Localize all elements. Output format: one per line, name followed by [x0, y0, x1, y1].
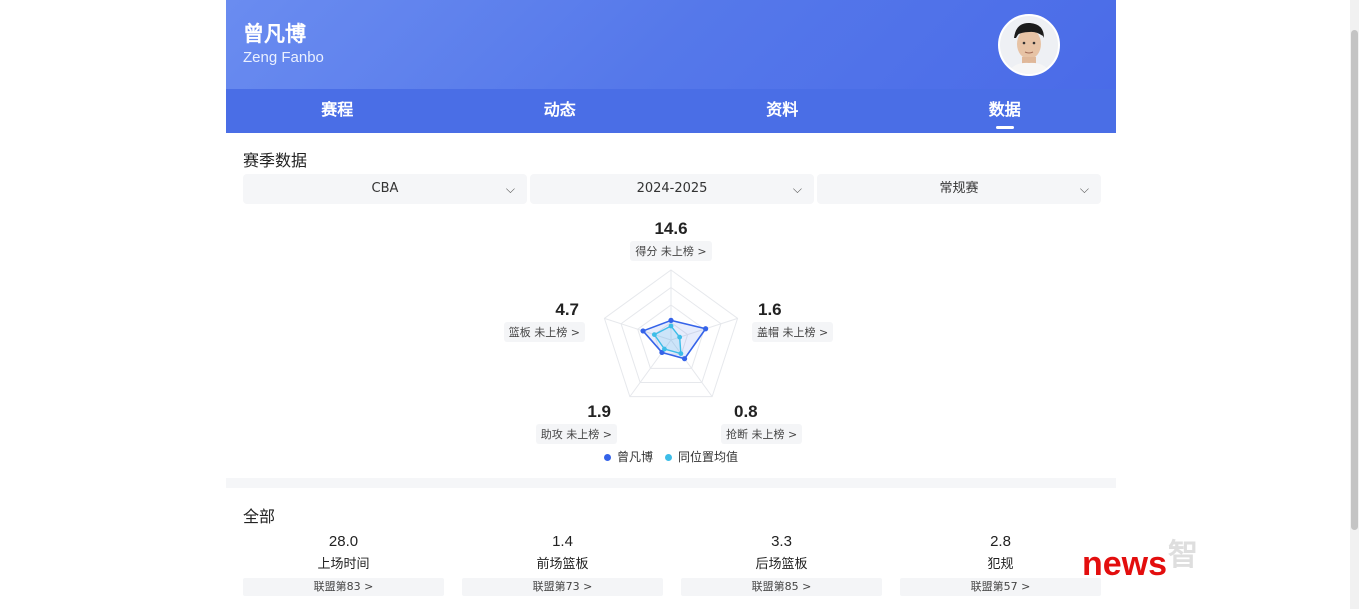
stat-blocks: 1.6 盖帽 未上榜 > — [752, 300, 852, 342]
tab-stats[interactable]: 数据 — [894, 89, 1117, 133]
radar-player-point — [681, 356, 688, 362]
stat-steals-rank[interactable]: 抢断 未上榜 > — [721, 424, 803, 444]
chevron-down-icon: ⌵ — [1079, 182, 1089, 196]
summary-value: 2.8 — [990, 533, 1011, 550]
legend-average-label: 同位置均值 — [678, 450, 739, 464]
stat-points-value: 14.6 — [654, 219, 688, 238]
stat-assists-rank[interactable]: 助攻 未上榜 > — [535, 424, 617, 444]
radar-average-point — [678, 351, 684, 356]
chevron-down-icon: ⌵ — [505, 182, 515, 196]
player-panel: 曾凡博 Zeng Fanbo 赛程 动态 资料 数据 赛季数据 CBA ⌵ 20… — [226, 0, 1116, 609]
summary-value: 28.0 — [328, 533, 359, 550]
league-select[interactable]: CBA ⌵ — [243, 174, 527, 204]
stat-points-rank[interactable]: 得分 未上榜 > — [630, 241, 712, 261]
stat-steals-value: 0.8 — [734, 402, 758, 421]
game-type-select[interactable]: 常规赛 ⌵ — [817, 174, 1101, 204]
season-select[interactable]: 2024-2025 ⌵ — [530, 174, 814, 204]
player-name-cn: 曾凡博 — [243, 22, 306, 46]
league-select-value: CBA — [371, 181, 399, 196]
summary-label: 前场篮板 — [536, 557, 589, 572]
summary-title: 全部 — [243, 507, 276, 526]
stat-rebounds-value: 4.7 — [555, 300, 579, 319]
summary-off-rebounds: 1.4 前场篮板 联盟第73 > — [462, 533, 663, 596]
legend-dot-icon — [604, 454, 611, 461]
radar-average-point — [662, 346, 667, 352]
radar-average-point — [651, 332, 657, 337]
summary-def-rebounds: 3.3 后场篮板 联盟第85 > — [681, 533, 882, 596]
player-header: 曾凡博 Zeng Fanbo — [226, 0, 1116, 89]
summary-rank-link[interactable]: 联盟第85 > — [681, 578, 882, 596]
scrollbar-thumb[interactable] — [1351, 30, 1358, 530]
season-stats-title: 赛季数据 — [243, 151, 308, 170]
player-name-en: Zeng Fanbo — [243, 49, 324, 66]
chevron-down-icon: ⌵ — [792, 182, 802, 196]
tab-bar: 赛程 动态 资料 数据 — [226, 89, 1116, 133]
radar-chart — [603, 269, 739, 398]
tab-schedule[interactable]: 赛程 — [226, 89, 449, 133]
avatar-icon — [1000, 16, 1058, 74]
section-divider — [226, 478, 1116, 488]
summary-stats: 28.0 上场时间 联盟第83 > 1.4 前场篮板 联盟第73 > 3.3 后… — [243, 533, 1101, 596]
stat-blocks-rank[interactable]: 盖帽 未上榜 > — [752, 322, 834, 342]
summary-minutes: 28.0 上场时间 联盟第83 > — [243, 533, 444, 596]
radar-legend: 曾凡博 同位置均值 — [604, 448, 738, 465]
summary-rank-link[interactable]: 联盟第57 > — [900, 578, 1101, 596]
summary-label: 后场篮板 — [755, 557, 808, 572]
summary-value: 1.4 — [552, 533, 573, 550]
stat-rebounds: 4.7 篮板 未上榜 > — [480, 300, 585, 342]
summary-label: 犯规 — [987, 557, 1014, 572]
vertical-scrollbar[interactable] — [1350, 0, 1359, 609]
watermark-text: 智 — [1168, 538, 1202, 573]
legend-player: 曾凡博 — [604, 448, 653, 465]
radar-player-point — [703, 326, 709, 332]
tab-profile[interactable]: 资料 — [671, 89, 894, 133]
summary-rank-link[interactable]: 联盟第73 > — [462, 578, 663, 596]
watermark-logo: 智 news — [1082, 530, 1198, 583]
legend-average: 同位置均值 — [665, 448, 738, 465]
summary-rank-link[interactable]: 联盟第83 > — [243, 578, 444, 596]
summary-fouls: 2.8 犯规 联盟第57 > — [900, 533, 1101, 596]
radar-player-point — [640, 328, 646, 334]
legend-player-label: 曾凡博 — [617, 450, 654, 464]
radar-player-point — [668, 317, 674, 323]
stat-blocks-value: 1.6 — [758, 300, 782, 319]
radar-average-point — [668, 323, 674, 329]
player-avatar[interactable] — [998, 14, 1060, 76]
summary-value: 3.3 — [771, 533, 792, 550]
summary-label: 上场时间 — [317, 557, 370, 572]
radar-average-point — [677, 334, 683, 340]
season-select-value: 2024-2025 — [636, 181, 708, 196]
filter-row: CBA ⌵ 2024-2025 ⌵ 常规赛 ⌵ — [243, 174, 1101, 204]
watermark-brand: news — [1082, 545, 1168, 583]
tab-news[interactable]: 动态 — [449, 89, 672, 133]
stat-points: 14.6 得分 未上榜 > — [611, 219, 731, 261]
stat-rebounds-rank[interactable]: 篮板 未上榜 > — [503, 322, 585, 342]
legend-dot-icon — [665, 454, 673, 461]
game-type-select-value: 常规赛 — [939, 181, 979, 196]
